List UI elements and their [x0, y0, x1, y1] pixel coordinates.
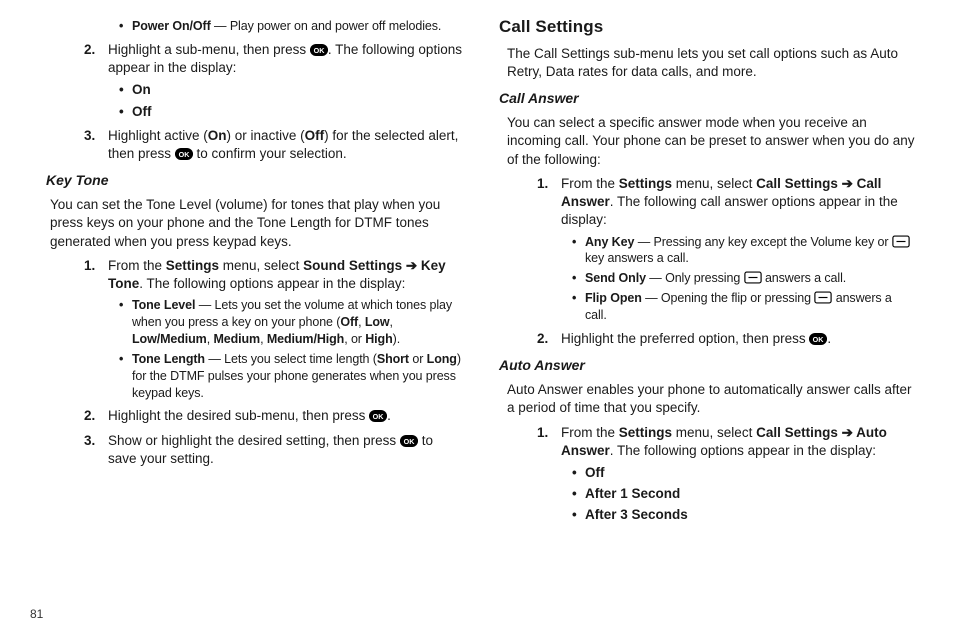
- ca-step-1: 1. From the Settings menu, select Call S…: [561, 175, 916, 324]
- text: — Play power on and power off melodies.: [211, 19, 442, 33]
- heading-auto-answer: Auto Answer: [499, 356, 916, 375]
- text: to confirm your selection.: [193, 146, 347, 161]
- right-column: Call Settings The Call Settings sub-menu…: [499, 14, 916, 531]
- bullet-send-only: Send Only — Only pressing answers a call…: [585, 270, 916, 287]
- key-icon: [814, 291, 832, 304]
- label-settings: Settings: [166, 258, 219, 273]
- text: menu, select: [219, 258, 303, 273]
- option-on: On: [132, 81, 463, 99]
- ok-icon: [369, 410, 387, 422]
- text: Show or highlight the desired setting, t…: [108, 433, 400, 448]
- text: .: [827, 331, 831, 346]
- text: From the: [108, 258, 166, 273]
- key-icon: [892, 235, 910, 248]
- label: Power On/Off: [132, 19, 211, 33]
- text: — Pressing any key except the Volume key…: [634, 235, 891, 249]
- text: ) or inactive (: [227, 128, 305, 143]
- text: From the: [561, 425, 619, 440]
- label: Tone Length: [132, 352, 205, 366]
- label-settings: Settings: [619, 425, 672, 440]
- text: Highlight the desired sub-menu, then pre…: [108, 408, 369, 423]
- text: ).: [393, 332, 400, 346]
- text: Highlight the preferred option, then pre…: [561, 331, 809, 346]
- bullet-tone-level: Tone Level — Lets you set the volume at …: [132, 297, 463, 348]
- text: — Lets you select time length (: [205, 352, 377, 366]
- left-column: Power On/Off — Play power on and power o…: [46, 14, 463, 531]
- label: Flip Open: [585, 291, 642, 305]
- text: . The following call answer options appe…: [561, 194, 898, 227]
- text: Highlight active (: [108, 128, 208, 143]
- text: .: [387, 408, 391, 423]
- label: Any Key: [585, 235, 634, 249]
- text: menu, select: [672, 425, 756, 440]
- aa-step-1: 1. From the Settings menu, select Call S…: [561, 424, 916, 525]
- text: Highlight a sub-menu, then press: [108, 42, 310, 57]
- step-3: 3. Highlight active (On) or inactive (Of…: [108, 127, 463, 163]
- bullet-power-on-off: Power On/Off — Play power on and power o…: [132, 18, 463, 35]
- ok-icon: [400, 435, 418, 447]
- text: menu, select: [672, 176, 756, 191]
- label-settings: Settings: [619, 176, 672, 191]
- ok-icon: [809, 333, 827, 345]
- kt-step-2: 2. Highlight the desired sub-menu, then …: [108, 407, 463, 425]
- kt-step-1: 1. From the Settings menu, select Sound …: [108, 257, 463, 402]
- heading-call-answer: Call Answer: [499, 89, 916, 108]
- option-after-3s: After 3 Seconds: [585, 506, 916, 524]
- heading-call-settings: Call Settings: [499, 16, 916, 39]
- heading-key-tone: Key Tone: [46, 171, 463, 190]
- ok-icon: [310, 44, 328, 56]
- option-after-1s: After 1 Second: [585, 485, 916, 503]
- kt-step-3: 3. Show or highlight the desired setting…: [108, 432, 463, 468]
- text: key answers a call.: [585, 251, 689, 265]
- text: From the: [561, 176, 619, 191]
- bullet-flip-open: Flip Open — Opening the flip or pressing…: [585, 290, 916, 324]
- text: . The following options appear in the di…: [139, 276, 405, 291]
- option-off: Off: [585, 464, 916, 482]
- label-off: Off: [305, 128, 325, 143]
- paragraph: You can set the Tone Level (volume) for …: [46, 196, 463, 251]
- label: Tone Level: [132, 298, 195, 312]
- ok-icon: [175, 148, 193, 160]
- label: Send Only: [585, 271, 646, 285]
- bullet-any-key: Any Key — Pressing any key except the Vo…: [585, 234, 916, 268]
- text: . The following options appear in the di…: [610, 443, 876, 458]
- text: answers a call.: [762, 271, 847, 285]
- paragraph: You can select a specific answer mode wh…: [499, 114, 916, 169]
- text: — Opening the flip or pressing: [642, 291, 815, 305]
- paragraph: Auto Answer enables your phone to automa…: [499, 381, 916, 417]
- label-on: On: [208, 128, 227, 143]
- option-off: Off: [132, 103, 463, 121]
- text: — Only pressing: [646, 271, 744, 285]
- key-icon: [744, 271, 762, 284]
- manual-page: Power On/Off — Play power on and power o…: [0, 0, 954, 636]
- ca-step-2: 2. Highlight the preferred option, then …: [561, 330, 916, 348]
- bullet-tone-length: Tone Length — Lets you select time lengt…: [132, 351, 463, 402]
- page-number: 81: [30, 606, 43, 622]
- step-2: 2. Highlight a sub-menu, then press . Th…: [108, 41, 463, 121]
- paragraph: The Call Settings sub-menu lets you set …: [499, 45, 916, 81]
